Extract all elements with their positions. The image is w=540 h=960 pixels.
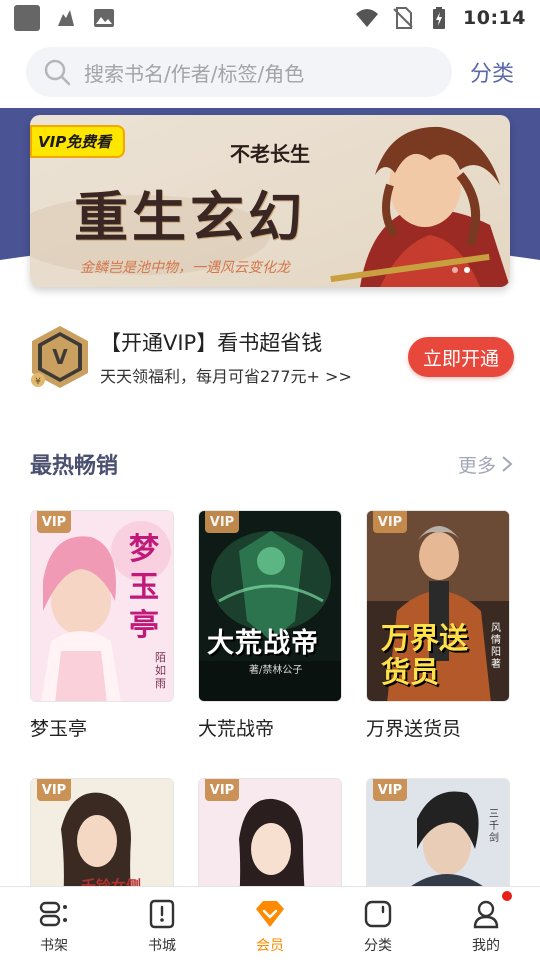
- category-link[interactable]: 分类: [470, 56, 514, 88]
- bookstore-icon: [149, 899, 175, 929]
- cover-title: 大荒战帝: [207, 628, 319, 659]
- vip-tag: VIP: [37, 779, 71, 801]
- section-title: 最热畅销: [30, 454, 119, 479]
- book-cover[interactable]: VIP 大荒战帝 著/禁林公子: [198, 510, 342, 702]
- vip-tag: VIP: [373, 511, 407, 533]
- status-bar: 10:14: [0, 0, 540, 36]
- hot-section-header: 最热畅销 更多: [30, 448, 514, 480]
- search-input[interactable]: 搜索书名/作者/标签/角色: [26, 47, 452, 97]
- clock: 10:14: [463, 7, 526, 29]
- book-card[interactable]: VIP 梦玉亭 陌如雨 梦玉亭: [30, 510, 174, 741]
- cover-author: 风情阳著: [491, 623, 501, 670]
- carousel-dot[interactable]: [452, 267, 458, 273]
- book-cover[interactable]: VIP 梦玉亭 陌如雨: [30, 510, 174, 702]
- wifi-icon: [356, 9, 379, 27]
- nav-label: 会员: [256, 938, 284, 954]
- notification-badge: [502, 891, 512, 901]
- open-vip-button[interactable]: 立即开通: [408, 337, 514, 377]
- app-square-icon: [14, 5, 40, 31]
- vip-medal-letter: V: [52, 345, 68, 369]
- vip-promo-description: 天天领福利，每月可省277元+ >>: [100, 367, 352, 386]
- vip-free-badge: VIP免费看: [30, 125, 126, 158]
- nav-label: 分类: [364, 938, 392, 954]
- bookshelf-icon: [39, 901, 67, 927]
- bottom-nav: 书架 书城 会员 分类 我的: [0, 886, 540, 960]
- more-link[interactable]: 更多: [458, 451, 514, 478]
- banner-title: 重生玄幻: [74, 185, 306, 249]
- nav-bookstore[interactable]: 书城: [108, 887, 216, 960]
- battery-charging-icon: [433, 7, 446, 29]
- nav-bookshelf[interactable]: 书架: [0, 887, 108, 960]
- book-title: 梦玉亭: [30, 718, 88, 740]
- search-placeholder: 搜索书名/作者/标签/角色: [84, 61, 305, 86]
- notification-icon: [58, 10, 74, 26]
- vip-promo[interactable]: V ¥ 【开通VIP】看书超省钱 天天领福利，每月可省277元+ >> 立即开通: [28, 322, 514, 392]
- vip-tag-icon: [256, 901, 284, 927]
- search-row: 搜索书名/作者/标签/角色 分类: [0, 44, 540, 100]
- cover-title: 梦玉亭: [129, 532, 159, 643]
- book-card[interactable]: VIP 万界送货员 风情阳著 万界送货员: [366, 510, 510, 741]
- svg-text:¥: ¥: [35, 377, 41, 387]
- nav-label: 书架: [40, 938, 68, 954]
- vip-tag: VIP: [205, 779, 239, 801]
- cover-author: 著/禁林公子: [249, 665, 303, 676]
- profile-icon: [473, 900, 499, 929]
- nav-profile[interactable]: 我的: [432, 887, 540, 960]
- vip-promo-title: 【开通VIP】看书超省钱: [100, 331, 323, 355]
- banner-tagline: 金鳞岂是池中物，一遇风云变化龙: [80, 260, 290, 276]
- vip-tag: VIP: [205, 511, 239, 533]
- cover-author: 三千剑: [489, 809, 499, 844]
- vip-tag: VIP: [373, 779, 407, 801]
- carousel-dot-active[interactable]: [464, 267, 470, 273]
- nav-category[interactable]: 分类: [324, 887, 432, 960]
- more-label: 更多: [457, 454, 496, 477]
- no-sim-icon: [393, 7, 413, 29]
- book-title: 万界送货员: [366, 718, 462, 740]
- nav-label: 书城: [148, 938, 176, 954]
- image-icon: [94, 9, 114, 27]
- carousel-dots: [452, 267, 470, 273]
- nav-vip[interactable]: 会员: [216, 887, 324, 960]
- cover-author: 陌如雨: [155, 651, 166, 690]
- vip-medal-icon: V ¥: [31, 326, 88, 388]
- search-icon: [44, 59, 71, 86]
- nav-label: 我的: [472, 938, 500, 954]
- book-cover[interactable]: VIP 万界送货员 风情阳著: [366, 510, 510, 702]
- promo-banner[interactable]: VIP免费看 不老长生 重生玄幻 金鳞岂是池中物，一遇风云变化龙: [30, 115, 510, 287]
- banner-subtitle: 不老长生: [230, 142, 310, 166]
- book-card[interactable]: VIP 大荒战帝 著/禁林公子 大荒战帝: [198, 510, 342, 741]
- chevron-right-icon: [502, 456, 513, 472]
- vip-tag: VIP: [37, 511, 71, 533]
- cover-title: 万界送货员: [381, 621, 469, 689]
- book-title: 大荒战帝: [198, 718, 275, 740]
- category-icon: [364, 900, 392, 928]
